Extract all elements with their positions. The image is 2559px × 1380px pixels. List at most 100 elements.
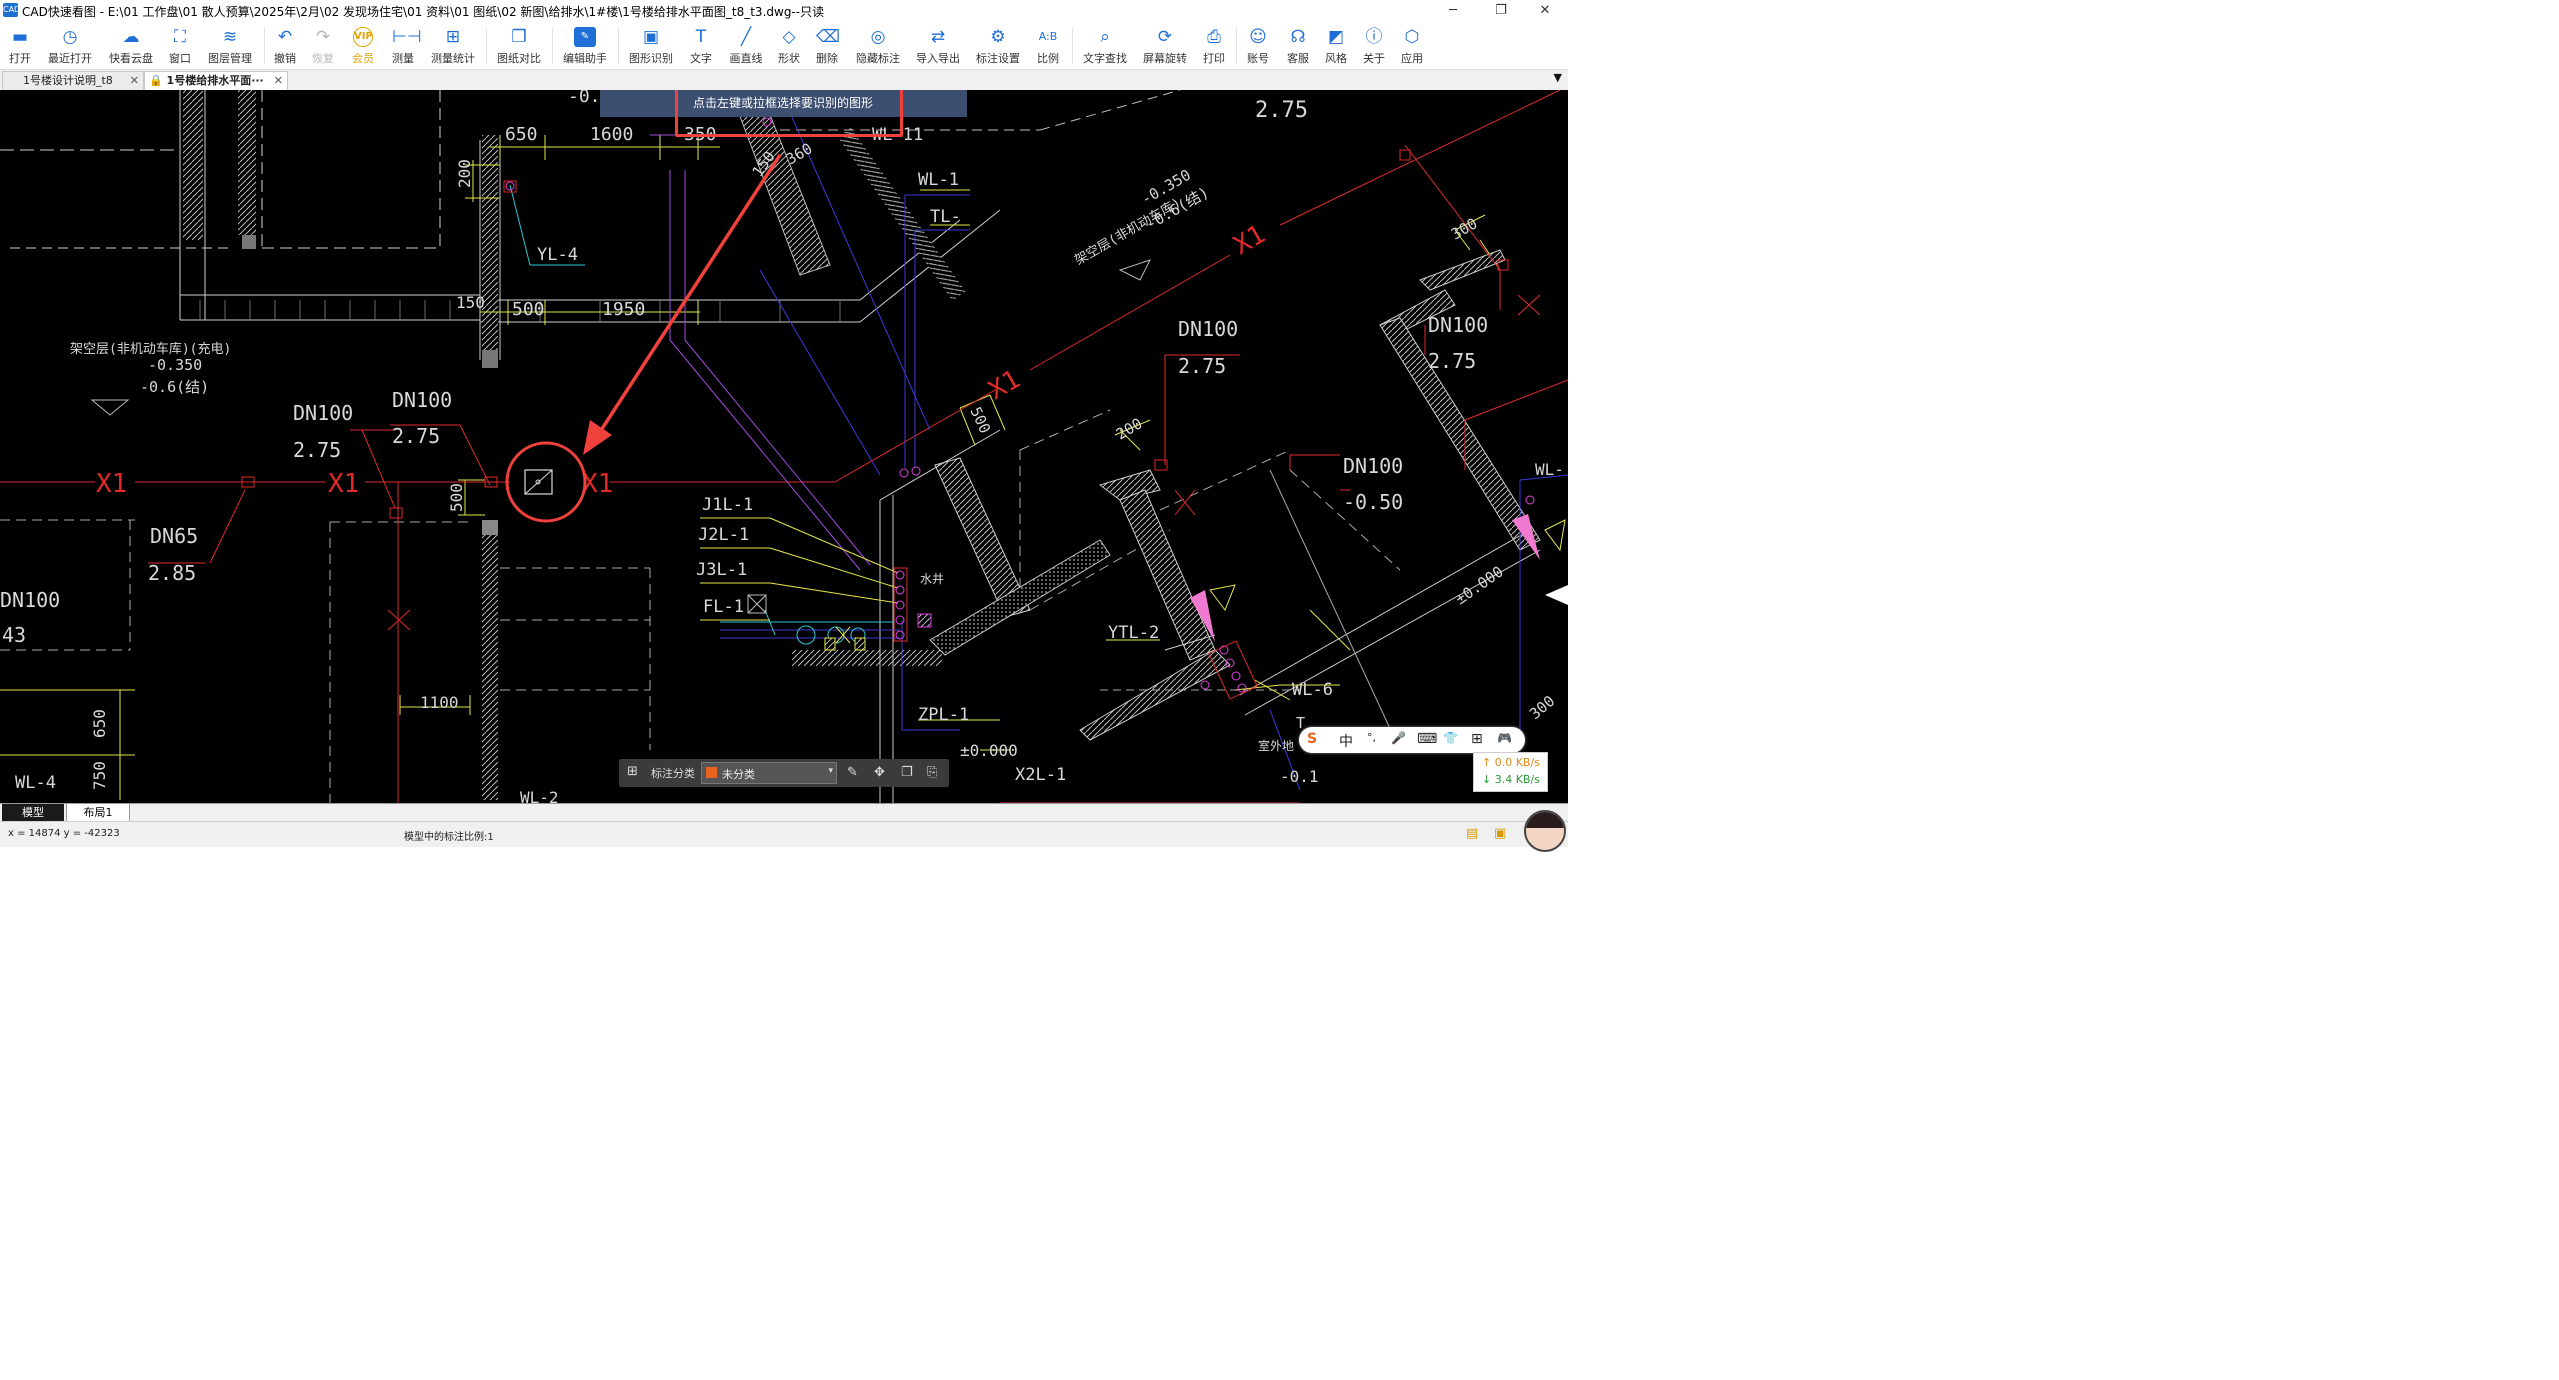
folder-icon[interactable]: ▣ <box>1494 826 1506 841</box>
pipe-label-x1: X1 <box>328 469 359 499</box>
toolbox-icon[interactable]: ⊞ <box>1471 731 1483 747</box>
pipe-label-x1: X1 <box>582 469 613 499</box>
ime-mode-toggle[interactable]: 中 <box>1339 731 1353 751</box>
grid-icon[interactable]: ⊞ <box>627 764 638 779</box>
dim-label: 300 <box>1526 692 1558 723</box>
level-label: -0.50 <box>1343 490 1403 514</box>
undo-button[interactable]: ↶ 撤销 <box>270 24 300 67</box>
toolbar-label: 窗口 <box>169 52 191 65</box>
toolbar-label: 文字 <box>690 52 712 65</box>
account-button[interactable]: ☺ 账号 <box>1242 24 1274 67</box>
cloud-disk-button[interactable]: ☁ 快看云盘 <box>104 24 158 67</box>
tab-label: 1号楼给排水平面··· <box>166 74 264 87</box>
pipe-label: TL- <box>930 207 961 227</box>
sogou-logo-icon[interactable]: S <box>1307 731 1317 747</box>
tab-list-dropdown-icon[interactable]: ▼ <box>1554 71 1562 84</box>
move-icon[interactable]: ✥ <box>874 765 885 780</box>
punctuation-icon[interactable]: °, <box>1367 731 1376 744</box>
shape-button[interactable]: ◇ 形状 <box>774 24 804 67</box>
level-label: 2.75 <box>1255 98 1308 123</box>
vip-button[interactable]: VIP 会员 <box>348 24 378 67</box>
measure-button[interactable]: ⊢⊣ 测量 <box>388 24 422 67</box>
shape-recognition-button[interactable]: ▣ 图形识别 <box>626 24 676 67</box>
toolbar-separator <box>1072 28 1073 64</box>
microphone-icon[interactable]: 🎤 <box>1391 731 1406 745</box>
compare-drawings-button[interactable]: ❐ 图纸对比 <box>494 24 544 67</box>
tab-plumbing-plan[interactable]: 🔒 1号楼给排水平面··· ✕ <box>144 71 288 90</box>
draw-line-button[interactable]: ╱ 画直线 <box>726 24 766 67</box>
toolbar-label: 应用 <box>1401 52 1423 65</box>
hide-annotation-button[interactable]: ◎ 隐藏标注 <box>852 24 904 67</box>
status-bar: x = 14874 y = -42323 模型中的标注比例:1 ▤ ▣ <box>0 810 1568 852</box>
annotation-category-select[interactable]: 未分类 ▾ <box>701 762 837 784</box>
toolbar-label: 删除 <box>816 52 838 65</box>
level-label: -0.350 <box>148 356 202 374</box>
cad-drawing: X1 X1 X1 X1 X1 -0. 2.75 650 1600 350 WL-… <box>0 90 1568 803</box>
skin-icon[interactable]: 👕 <box>1443 731 1458 745</box>
network-speed-widget: ↑ 0.0 KB/s ↓ 3.4 KB/s <box>1473 752 1548 792</box>
paste-icon[interactable]: ⎘ <box>927 765 937 780</box>
keyboard-icon[interactable]: ⌨ <box>1417 731 1437 747</box>
drawing-canvas[interactable]: X1 X1 X1 X1 X1 -0. 2.75 650 1600 350 WL-… <box>0 90 1568 803</box>
hide-annotation-icon: ◎ <box>870 27 886 47</box>
dim-label: 1100 <box>420 693 459 712</box>
copy-icon[interactable]: ❐ <box>901 765 913 780</box>
toolbar-label: 会员 <box>352 52 374 65</box>
close-tab-icon[interactable]: ✕ <box>274 72 283 90</box>
pipe-label: WL-6 <box>1292 680 1333 700</box>
style-button[interactable]: ◩ 风格 <box>1320 24 1352 67</box>
tab-design-notes[interactable]: 1号楼设计说明_t8 ✕ <box>2 71 144 90</box>
shape-recognition-icon: ▣ <box>642 27 660 47</box>
about-button[interactable]: ⓘ 关于 <box>1358 24 1390 67</box>
close-window-button[interactable]: ✕ <box>1522 0 1568 22</box>
scale-button[interactable]: A:B 比例 <box>1032 24 1064 67</box>
edit-assistant-button[interactable]: ✎ 编辑助手 <box>560 24 610 67</box>
apps-button[interactable]: ⬡ 应用 <box>1396 24 1428 67</box>
toolbar-label: 测量统计 <box>431 52 475 65</box>
redo-icon: ↷ <box>315 27 331 47</box>
rotate-screen-button[interactable]: ⟳ 屏幕旋转 <box>1140 24 1190 67</box>
edit-icon[interactable]: ✎ <box>847 765 858 780</box>
close-tab-icon[interactable]: ✕ <box>130 72 139 90</box>
cloud-icon: ☁ <box>122 27 140 47</box>
export-icon[interactable]: ▤ <box>1466 826 1478 841</box>
annotation-settings-button[interactable]: ⚙ 标注设置 <box>972 24 1024 67</box>
import-export-button[interactable]: ⇄ 导入导出 <box>912 24 964 67</box>
dim-label: -0. <box>568 90 601 107</box>
toolbar-label: 图形识别 <box>629 52 673 65</box>
text-button[interactable]: T 文字 <box>686 24 716 67</box>
toolbar-separator <box>618 28 619 64</box>
print-button[interactable]: ⎙ 打印 <box>1198 24 1230 67</box>
import-export-icon: ⇄ <box>930 27 946 47</box>
tab-model[interactable]: 模型 <box>2 804 64 821</box>
dim-label: 200 <box>455 159 474 188</box>
pipe-label-x1: X1 <box>1229 219 1271 261</box>
tab-layout1[interactable]: 布局1 <box>66 804 130 822</box>
recent-files-button[interactable]: ◷ 最近打开 <box>44 24 96 67</box>
assistant-avatar[interactable] <box>1524 810 1566 852</box>
delete-button[interactable]: ⌫ 删除 <box>812 24 842 67</box>
vip-icon: VIP <box>353 27 373 47</box>
level-label: 2.75 <box>392 424 440 448</box>
maximize-button[interactable]: ❐ <box>1478 0 1524 22</box>
toolbar-label: 文字查找 <box>1083 52 1127 65</box>
category-selected-value: 未分类 <box>722 768 755 781</box>
text-search-button[interactable]: ⌕ 文字查找 <box>1080 24 1130 67</box>
layers-icon: ≋ <box>222 27 238 47</box>
measure-stats-button[interactable]: ⊞ 测量统计 <box>428 24 478 67</box>
redo-button[interactable]: ↷ 恢复 <box>308 24 338 67</box>
level-label: -0.1 <box>1280 767 1319 786</box>
headset-icon: ☊ <box>1290 27 1306 47</box>
window-button[interactable]: ⛶ 窗口 <box>164 24 196 67</box>
game-icon[interactable]: 🎮 <box>1497 731 1512 745</box>
layer-manager-button[interactable]: ≋ 图层管理 <box>204 24 256 67</box>
minimize-button[interactable]: ─ <box>1430 0 1476 22</box>
undo-icon: ↶ <box>277 27 293 47</box>
pipe-label: J2L-1 <box>698 525 749 545</box>
clock-icon: ◷ <box>62 27 78 47</box>
toolbar-label: 屏幕旋转 <box>1143 52 1187 65</box>
pipe-label: FL-1 <box>703 597 744 617</box>
customer-service-button[interactable]: ☊ 客服 <box>1282 24 1314 67</box>
toolbar-label: 隐藏标注 <box>856 52 900 65</box>
open-button[interactable]: ▬ 打开 <box>2 24 38 67</box>
